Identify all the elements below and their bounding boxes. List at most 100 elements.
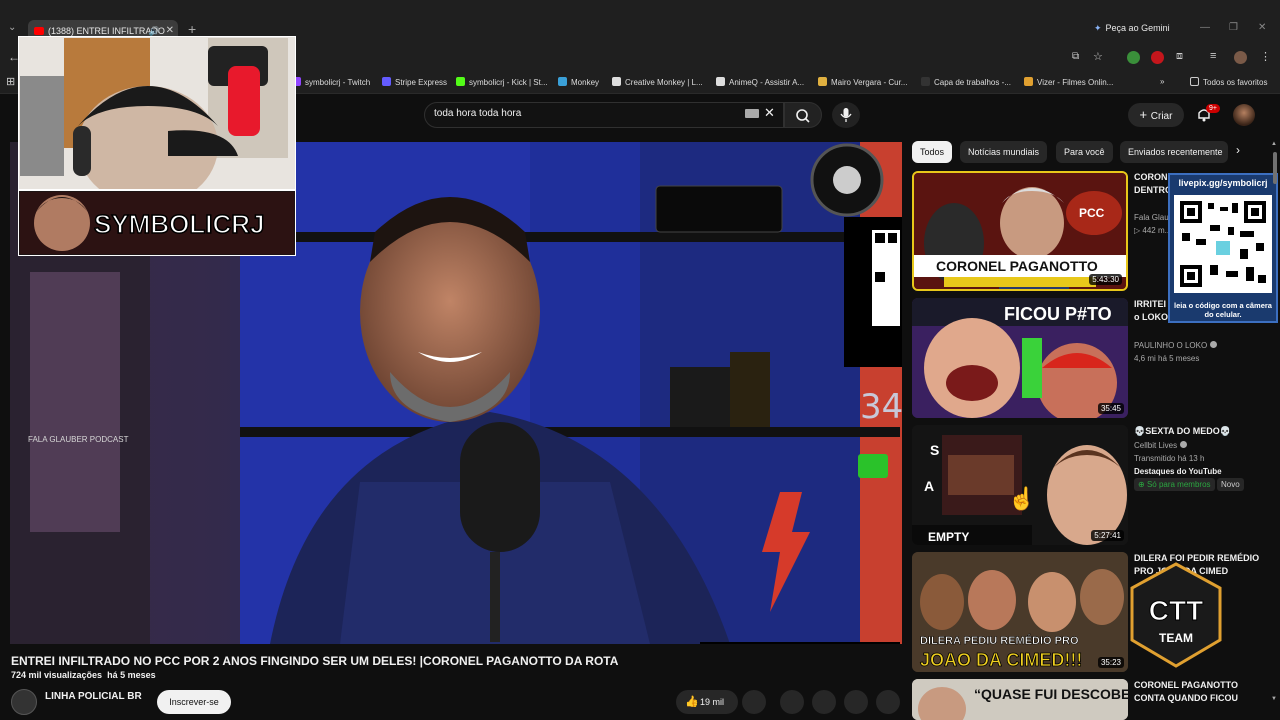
bookmark-item[interactable]: Vizer - Filmes Onlin... xyxy=(1024,77,1113,87)
scrollbar-track[interactable] xyxy=(1272,140,1278,700)
chip-for-you[interactable]: Para você xyxy=(1056,141,1113,163)
thumb-title-text: “QUASE FUI DESCOBERTO xyxy=(974,686,1128,702)
svg-text:A: A xyxy=(924,478,934,494)
bookmark-item[interactable]: Capa de trabalhos -... xyxy=(921,77,1011,87)
video-scene-podcast-text: FALA GLAUBER PODCAST xyxy=(28,435,129,444)
chip-recently-uploaded[interactable]: Enviados recentemente xyxy=(1120,141,1228,163)
related-thumbnail[interactable]: EMPTY S A 5:27:41 xyxy=(912,425,1128,545)
duration-badge: 5:27:41 xyxy=(1091,530,1124,541)
ctt-line2: TEAM xyxy=(1159,631,1193,645)
keyboard-icon[interactable] xyxy=(745,109,759,118)
scroll-up-icon[interactable]: ▲ xyxy=(1271,141,1277,147)
browser-menu-icon[interactable]: ⋮ xyxy=(1260,50,1271,63)
related-thumbnail[interactable]: DILERA PEDIU REMÉDIO PRO JOAO DA CIMED!!… xyxy=(912,552,1128,672)
bookmark-item[interactable]: Monkey xyxy=(558,77,599,87)
thumbnail-art: FICOU P#TO xyxy=(912,298,1128,418)
bookmark-star-icon[interactable]: ☆ xyxy=(1093,50,1103,63)
more-actions-button[interactable] xyxy=(876,690,900,714)
related-channel[interactable]: Cellbit Lives xyxy=(1134,441,1188,450)
video-meta: 724 mil visualizações há 5 meses xyxy=(11,670,156,680)
new-tab-button[interactable]: + xyxy=(188,21,196,37)
chip-world-news[interactable]: Notícias mundiais xyxy=(960,141,1048,163)
search-input[interactable]: toda hora toda hora xyxy=(434,108,521,119)
bookmark-item[interactable]: Mairo Vergara - Cur... xyxy=(818,77,907,87)
dislike-button[interactable] xyxy=(742,690,766,714)
subscribe-button[interactable]: Inscrever-se xyxy=(157,690,231,714)
profile-icon[interactable] xyxy=(1234,51,1247,64)
bookmark-item[interactable]: Stripe Express xyxy=(382,77,447,87)
bookmark-item[interactable]: symbolicrj - Kick | St... xyxy=(456,77,548,87)
svg-text:S: S xyxy=(930,442,939,458)
more-bookmarks-icon[interactable]: » xyxy=(1160,77,1164,86)
related-extra: Destaques do YouTube xyxy=(1134,467,1222,476)
all-favorites-label: Todos os favoritos xyxy=(1203,78,1268,87)
duration-badge: 5:43:30 xyxy=(1089,274,1122,285)
extensions-puzzle-icon[interactable]: ⧈ xyxy=(1176,50,1183,63)
tab-search-chevron-icon[interactable]: ⌄ xyxy=(8,22,16,33)
folder-icon xyxy=(1190,77,1199,86)
account-avatar[interactable] xyxy=(1233,104,1255,126)
related-title[interactable]: CORONEL PAGANOTTO CONTA QUANDO FICOU xyxy=(1134,679,1264,707)
bookmark-label: Monkey xyxy=(571,78,600,87)
search-icon xyxy=(796,109,810,123)
channel-avatar[interactable] xyxy=(11,689,37,715)
thumb-tag-text: PCC xyxy=(1079,206,1105,220)
scrollbar-thumb[interactable] xyxy=(1273,152,1277,184)
verified-icon xyxy=(1180,441,1188,448)
thumb-title-text: EMPTY xyxy=(928,530,969,544)
extension-green-icon[interactable] xyxy=(1127,51,1140,64)
members-only-badge: ⊕ Só para membros xyxy=(1134,478,1215,491)
related-thumbnail[interactable]: PCC CORONEL PAGANOTTO 5:43:30 xyxy=(912,171,1128,291)
chip-all[interactable]: Todos xyxy=(912,141,953,163)
like-button[interactable]: 👍 19 mil xyxy=(676,690,738,714)
scroll-down-icon[interactable]: ▼ xyxy=(1271,696,1277,702)
verified-icon xyxy=(1210,341,1218,348)
apps-grid-icon[interactable]: ⊞ xyxy=(6,75,15,88)
thumbnail-art: “QUASE FUI DESCOBERTO xyxy=(912,679,1128,720)
view-count: 724 mil visualizações xyxy=(11,670,103,680)
chevron-right-icon[interactable]: › xyxy=(1236,143,1240,157)
channel-name[interactable]: LINHA POLICIAL BR xyxy=(45,691,142,702)
bookmark-item[interactable]: AnimeQ - Assistir A... xyxy=(716,77,804,87)
save-button[interactable] xyxy=(844,690,868,714)
svg-text:JOAO DA CIMED!!!: JOAO DA CIMED!!! xyxy=(920,650,1082,670)
youtube-favicon-icon xyxy=(34,27,44,35)
all-favorites-folder[interactable]: Todos os favoritos xyxy=(1190,77,1267,87)
clip-button[interactable] xyxy=(812,690,836,714)
clear-search-icon[interactable]: ✕ xyxy=(764,105,775,121)
search-button[interactable] xyxy=(784,102,822,128)
channel-label: Cellbit Lives xyxy=(1134,441,1178,450)
webcam-frame: SYMBOLICRJ xyxy=(17,35,297,257)
gemini-button[interactable]: ✦ Peça ao Gemini xyxy=(1094,23,1170,34)
ctt-line1: CTT xyxy=(1149,595,1203,626)
create-label: Criar xyxy=(1150,111,1173,122)
extension-red-icon[interactable] xyxy=(1151,51,1164,64)
create-button[interactable]: + Criar xyxy=(1128,103,1184,127)
svg-text:DILERA PEDIU REMÉDIO PRO: DILERA PEDIU REMÉDIO PRO xyxy=(920,634,1079,647)
channel-label: PAULINHO O LOKO xyxy=(1134,341,1208,350)
duration-badge: 35:23 xyxy=(1097,657,1124,668)
thumbnail-art: EMPTY S A xyxy=(912,425,1128,545)
related-title[interactable]: 💀SEXTA DO MEDO💀 xyxy=(1134,425,1264,439)
related-thumbnail[interactable]: FICOU P#TO 35:45 xyxy=(912,298,1128,418)
share-button[interactable] xyxy=(780,690,804,714)
related-stats: Transmitido há 13 h xyxy=(1134,454,1205,463)
duration-badge: 35:45 xyxy=(1097,403,1124,414)
close-window-icon[interactable]: ✕ xyxy=(1258,22,1266,33)
maximize-icon[interactable]: ❐ xyxy=(1229,22,1238,33)
bookmark-item[interactable]: symbolicrj - Twitch xyxy=(292,77,370,87)
thumbs-up-icon: 👍 xyxy=(685,696,699,708)
ctt-shield-icon: CTT TEAM xyxy=(1130,562,1222,668)
bookmark-item[interactable]: Creative Monkey | L... xyxy=(612,77,703,87)
gemini-label: Peça ao Gemini xyxy=(1105,23,1170,33)
qr-caption: leia o código com a câmera do celular. xyxy=(1174,301,1272,319)
voice-search-button[interactable] xyxy=(832,102,860,128)
thumbnail-art: DILERA PEDIU REMÉDIO PRO JOAO DA CIMED!!… xyxy=(912,552,1128,672)
related-channel[interactable]: PAULINHO O LOKO xyxy=(1134,341,1218,350)
ctt-team-logo: CTT TEAM xyxy=(1126,560,1226,670)
related-stats: 4,6 mi há 5 meses xyxy=(1134,354,1200,363)
related-thumbnail[interactable]: “QUASE FUI DESCOBERTO xyxy=(912,679,1128,720)
minimize-icon[interactable]: — xyxy=(1200,22,1210,33)
media-controls-icon[interactable]: ≡ xyxy=(1210,50,1216,62)
install-app-icon[interactable]: ⧉ xyxy=(1072,51,1079,62)
